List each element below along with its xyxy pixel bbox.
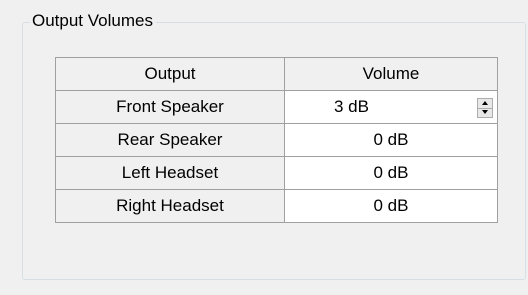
volume-value-input[interactable]: 3 dB [334,91,369,123]
output-name-cell: Left Headset [55,156,285,190]
volume-grid: Output Volume Front Speaker 3 dB Rear Sp… [55,57,498,223]
volume-editor-cell[interactable]: 3 dB [284,90,498,124]
table-row: Right Headset 0 dB [55,189,498,223]
group-title: Output Volumes [30,10,156,32]
output-name-cell: Right Headset [55,189,285,223]
volume-spinner[interactable] [477,98,493,118]
column-header-volume[interactable]: Volume [284,57,498,91]
output-name-cell: Rear Speaker [55,123,285,157]
grid-header-row: Output Volume [55,57,498,91]
table-row: Rear Speaker 0 dB [55,123,498,157]
volume-numeric-updown[interactable]: 3 dB [285,91,497,123]
volume-value-cell[interactable]: 0 dB [284,123,498,157]
volume-value-cell[interactable]: 0 dB [284,189,498,223]
table-row: Front Speaker 3 dB [55,90,498,124]
column-header-output[interactable]: Output [55,57,285,91]
output-name-cell: Front Speaker [55,90,285,124]
chevron-down-icon[interactable] [478,108,492,117]
volume-value-cell[interactable]: 0 dB [284,156,498,190]
table-row: Left Headset 0 dB [55,156,498,190]
